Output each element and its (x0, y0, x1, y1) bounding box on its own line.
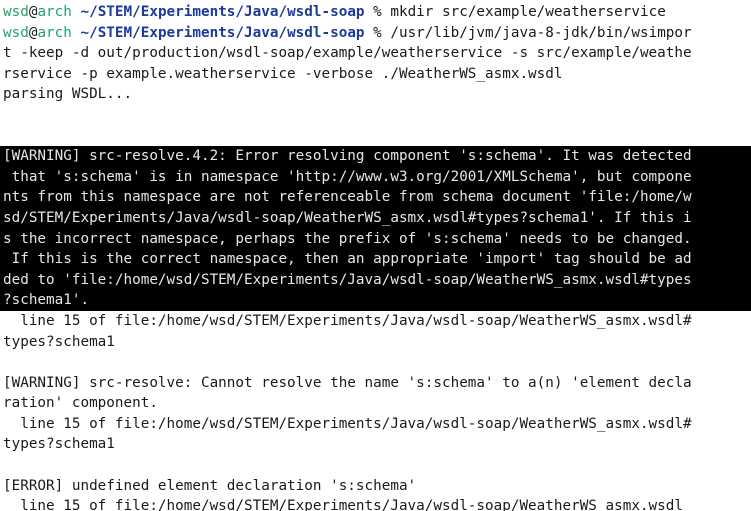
highlighted-output-line: ?schema1'. (0, 290, 751, 311)
output-line: line 15 of file:/home/wsd/STEM/Experimen… (3, 498, 683, 511)
output-line: parsing WSDL... (3, 86, 133, 103)
command-line-2: wsd@arch ~/STEM/Experiments/Java/wsdl-so… (3, 23, 751, 44)
command-text: /usr/lib/jvm/java-8-jdk/bin/wsimpor (381, 24, 692, 41)
prompt-host: arch (37, 24, 72, 41)
command-continuation-line: rservice -p example.weatherservice -verb… (3, 65, 563, 82)
prompt-user: wsd (3, 24, 29, 41)
command-continuation-line: t -keep -d out/production/wsdl-soap/exam… (3, 45, 692, 62)
command-text: mkdir src/example/weatherservice (381, 4, 666, 20)
prompt-path: ~/STEM/Experiments/Java/wsdl-soap (80, 4, 365, 20)
highlighted-output-line: s the incorrect namespace, perhaps the p… (0, 228, 751, 250)
prompt-symbol: % (373, 24, 382, 41)
terminal-window[interactable]: wsd@arch ~/STEM/Experiments/Java/wsdl-so… (0, 0, 751, 511)
highlighted-output-line: [WARNING] src-resolve.4.2: Error resolvi… (0, 146, 751, 167)
highlighted-output-line: that 's:schema' is in namespace 'http://… (0, 166, 751, 188)
output-line: types?schema1 (3, 436, 115, 453)
command-line-1: wsd@arch ~/STEM/Experiments/Java/wsdl-so… (3, 2, 751, 23)
prompt-user: wsd (3, 4, 29, 20)
prompt-symbol: % (373, 4, 382, 20)
highlighted-output-line: ded to 'file:/home/wsd/STEM/Experiments/… (0, 269, 751, 291)
output-line: [WARNING] src-resolve: Cannot resolve th… (3, 374, 692, 391)
output-line: line 15 of file:/home/wsd/STEM/Experimen… (3, 312, 692, 329)
output-line: ration' component. (3, 395, 158, 412)
highlighted-output-line: nts from this namespace are not referenc… (0, 187, 751, 208)
prompt-host: arch (37, 4, 72, 20)
highlighted-output-line: sd/STEM/Experiments/Java/wsdl-soap/Weath… (0, 207, 751, 229)
prompt-path: ~/STEM/Experiments/Java/wsdl-soap (80, 24, 365, 41)
output-line: types?schema1 (3, 333, 115, 350)
output-line: [ERROR] undefined element declaration 's… (3, 477, 417, 494)
highlighted-output-line: If this is the correct namespace, then a… (0, 249, 751, 270)
output-line: line 15 of file:/home/wsd/STEM/Experimen… (3, 415, 692, 432)
